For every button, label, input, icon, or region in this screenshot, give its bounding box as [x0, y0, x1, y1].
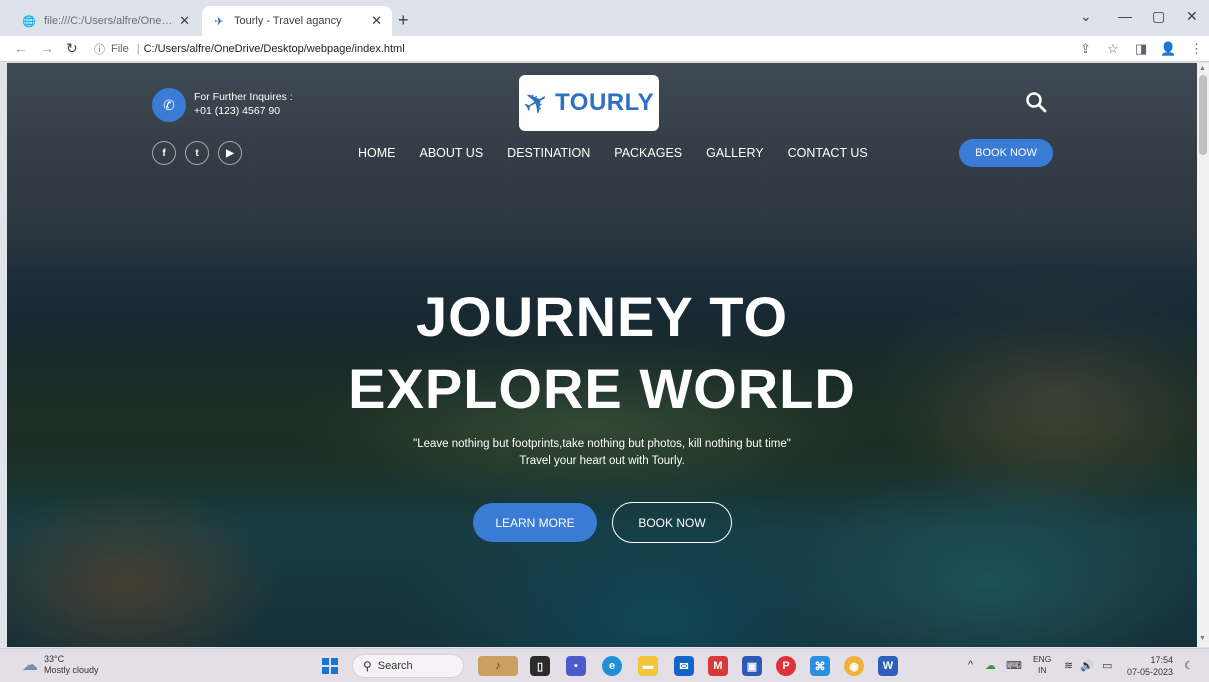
nav-contact-us[interactable]: CONTACT US: [788, 146, 868, 160]
learn-more-button[interactable]: LEARN MORE: [473, 503, 597, 542]
hero-title: JOURNEY TO EXPLORE WORLD: [7, 281, 1197, 425]
pinterest-icon[interactable]: P: [776, 656, 796, 676]
quote-text: "Leave nothing but footprints,take nothi…: [413, 438, 791, 450]
tab-title: Tourly - Travel agancy: [234, 15, 342, 27]
plane-icon: ✈: [517, 82, 556, 124]
brand-name: TOURLY: [555, 89, 655, 116]
nav-gallery[interactable]: GALLERY: [706, 146, 763, 160]
clock-time: 17:54: [1150, 655, 1174, 665]
store-icon[interactable]: ▣: [742, 656, 762, 676]
url-text: C:/Users/alfre/OneDrive/Desktop/webpage/…: [143, 43, 405, 55]
facebook-icon[interactable]: f: [152, 141, 176, 165]
address-bar: ← → ↻ ⓘ File | C:/Users/alfre/OneDrive/D…: [0, 36, 1209, 62]
book-now-hero-button[interactable]: BOOK NOW: [612, 502, 732, 543]
tab-search-icon[interactable]: ⌄: [1080, 8, 1092, 25]
search-label: Search: [377, 660, 413, 672]
search-icon[interactable]: [1025, 91, 1047, 119]
tab-title: file:///C:/Users/alfre/OneDrive/Desktop/…: [44, 15, 174, 27]
cloud-icon: ☁: [22, 657, 38, 674]
browser-tab-strip: 🌐 file:///C:/Users/alfre/OneDrive/Deskto…: [0, 0, 1209, 36]
lang-line1: ENG: [1033, 654, 1052, 664]
star-icon[interactable]: ☆: [1107, 41, 1119, 57]
nav-packages[interactable]: PACKAGES: [614, 146, 682, 160]
tab-tourly[interactable]: ✈ Tourly - Travel agancy ✕: [202, 6, 392, 36]
info-icon[interactable]: ⓘ: [94, 41, 105, 57]
menu-icon[interactable]: ⋮: [1190, 41, 1203, 57]
edge-icon[interactable]: e: [602, 656, 622, 676]
piano-app-icon[interactable]: ♪: [478, 656, 518, 676]
hero-quote: "Leave nothing but footprints,take nothi…: [7, 436, 1197, 470]
input-language[interactable]: ENG IN: [1033, 654, 1051, 676]
chrome-icon[interactable]: ◉: [844, 656, 864, 676]
site-logo[interactable]: ✈ TOURLY: [517, 75, 659, 131]
weather-temp: 33°C: [44, 654, 65, 664]
scrollbar-thumb[interactable]: [1199, 75, 1207, 155]
scroll-down-icon[interactable]: ▼: [1199, 635, 1206, 642]
onedrive-icon[interactable]: ☁: [985, 659, 996, 672]
file-explorer-icon[interactable]: ▬: [638, 656, 658, 676]
twitter-icon[interactable]: t: [185, 141, 209, 165]
nav-home[interactable]: HOME: [358, 146, 396, 160]
windows-taskbar: ☁ 33°C Mostly cloudy ⚲ Search ♪ ▯ ▪ e ▬ …: [0, 648, 1209, 682]
close-icon[interactable]: ✕: [179, 13, 190, 29]
nav-about-us[interactable]: ABOUT US: [420, 146, 484, 160]
vscode-icon[interactable]: ⌘: [810, 656, 830, 676]
plane-icon: ✈: [214, 15, 224, 28]
clock[interactable]: 17:54 07-05-2023: [1127, 654, 1173, 678]
weather-condition: Mostly cloudy: [44, 665, 99, 675]
book-now-header-button[interactable]: BOOK NOW: [959, 139, 1053, 167]
show-hidden-icons[interactable]: ^: [968, 659, 973, 671]
lang-line2: IN: [1037, 665, 1047, 675]
close-icon[interactable]: ✕: [371, 13, 382, 29]
page-scrollbar[interactable]: ▲ ▼: [1197, 63, 1209, 647]
restore-icon[interactable]: ▢: [1152, 8, 1165, 25]
contact-info: For Further Inquires : +01 (123) 4567 90: [194, 90, 293, 118]
volume-icon[interactable]: 🔊: [1080, 659, 1094, 672]
keyboard-icon[interactable]: ⌨: [1006, 659, 1022, 672]
tagline-text: Travel your heart out with Tourly.: [519, 455, 685, 467]
tab-file-url[interactable]: 🌐 file:///C:/Users/alfre/OneDrive/Deskto…: [12, 6, 200, 36]
main-nav: HOME ABOUT US DESTINATION PACKAGES GALLE…: [358, 146, 892, 160]
hero-section: ✆ For Further Inquires : +01 (123) 4567 …: [7, 63, 1197, 647]
taskbar-search[interactable]: ⚲ Search: [352, 654, 464, 678]
forward-icon[interactable]: →: [40, 40, 54, 56]
phone-icon[interactable]: ✆: [152, 88, 186, 122]
teams-chat-icon[interactable]: ▪: [566, 656, 586, 676]
mcafee-icon[interactable]: M: [708, 656, 728, 676]
phone-number[interactable]: +01 (123) 4567 90: [194, 104, 293, 118]
back-icon[interactable]: ←: [14, 40, 28, 56]
hero-title-line1: JOURNEY TO: [415, 285, 789, 348]
mail-icon[interactable]: ✉: [674, 656, 694, 676]
scroll-up-icon[interactable]: ▲: [1199, 65, 1206, 72]
notification-icon[interactable]: ☾: [1184, 659, 1194, 672]
clock-date: 07-05-2023: [1127, 667, 1174, 677]
reload-icon[interactable]: ↻: [66, 40, 78, 57]
profile-icon[interactable]: 👤: [1160, 41, 1176, 57]
minimize-icon[interactable]: —: [1118, 8, 1132, 24]
youtube-icon[interactable]: ▶: [218, 141, 242, 165]
word-icon[interactable]: W: [878, 656, 898, 676]
battery-icon[interactable]: ▭: [1102, 659, 1112, 672]
inquiry-label: For Further Inquires :: [194, 91, 293, 103]
search-icon: ⚲: [363, 659, 372, 673]
nav-destination[interactable]: DESTINATION: [507, 146, 590, 160]
share-icon[interactable]: ⇪: [1080, 41, 1091, 57]
close-window-icon[interactable]: ✕: [1186, 8, 1198, 25]
wifi-icon[interactable]: ≋: [1064, 659, 1073, 672]
url-separator: |: [136, 43, 140, 55]
hero-title-line2: EXPLORE WORLD: [348, 357, 856, 420]
omnibox[interactable]: ⓘ File | C:/Users/alfre/OneDrive/Desktop…: [94, 39, 1094, 59]
task-view-icon[interactable]: ▯: [530, 656, 550, 676]
start-button[interactable]: [322, 658, 338, 674]
new-tab-button[interactable]: +: [398, 10, 409, 31]
globe-icon: 🌐: [22, 15, 36, 28]
weather-widget[interactable]: ☁ 33°C Mostly cloudy: [22, 654, 99, 676]
side-panel-icon[interactable]: ◨: [1135, 41, 1147, 57]
url-scheme: File: [111, 43, 129, 55]
